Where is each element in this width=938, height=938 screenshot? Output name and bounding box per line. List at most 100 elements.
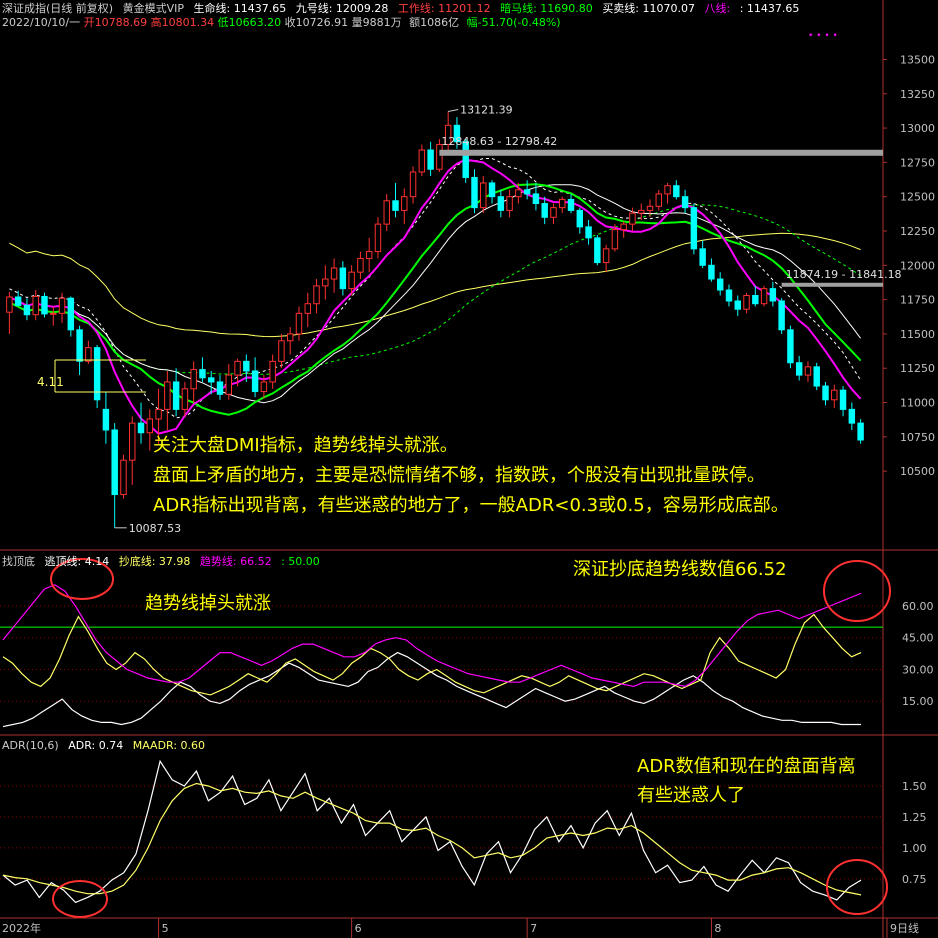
note-trend-turn: 趋势线掉头就涨: [145, 593, 271, 614]
candle-body: [681, 196, 689, 209]
line-dark-horse: 暗马线: 11690.80: [500, 2, 593, 15]
candle-body: [129, 422, 136, 461]
note-adr-2: 有些迷惑人了: [637, 785, 745, 806]
candle-body: [199, 369, 206, 379]
adr-value: ADR: 0.74: [68, 739, 124, 752]
candle-body: [576, 209, 584, 228]
candle-body: [330, 267, 338, 280]
dmi-header: 找顶底 逃顶线: 4.14 抄底线: 37.98 趋势线: 66.52 : 50…: [2, 555, 326, 568]
candle-body: [795, 362, 803, 376]
candle-body: [383, 200, 390, 225]
candle-body: [602, 248, 610, 264]
adr-tick-label: 1.25: [902, 811, 927, 824]
candle-body: [725, 289, 733, 302]
candle-body: [629, 212, 636, 225]
candle-body: [567, 198, 575, 211]
candle-body: [655, 193, 662, 207]
candle-body: [848, 408, 856, 424]
ohlc-low: 低10663.20: [217, 16, 282, 29]
candle-body: [506, 196, 513, 211]
candle-body: [699, 248, 706, 266]
price-tick-label: 13500: [900, 53, 935, 66]
note-contradiction: 盘面上矛盾的地方，主要是恐慌情绪不够，指数跌，个股没有出现批量跌停。: [153, 465, 765, 486]
candle-body: [155, 408, 162, 420]
candle-body: [102, 408, 110, 431]
ohlc-close: 收10726.91: [284, 16, 349, 29]
price-tick-label: 12000: [900, 259, 935, 272]
dmi-trend-line: 趋势线: 66.52: [199, 555, 272, 568]
line-life: 生命线: 11437.65: [193, 2, 287, 15]
candle-body: [778, 300, 785, 331]
candle-body: [76, 329, 83, 362]
candle-body: [286, 333, 294, 342]
price-tick-label: 11000: [900, 397, 935, 410]
date-tick-label: 2022年: [2, 921, 41, 935]
highlight-circle: [52, 880, 108, 918]
high-marker-label: 13121.39: [460, 103, 513, 116]
candle-body: [743, 294, 750, 310]
candle-body: [550, 207, 557, 218]
candle-body: [234, 360, 241, 376]
candle-body: [50, 312, 57, 315]
resistance-zone-lower-label: 11874.19 - 11841.18: [786, 268, 902, 281]
candle-body: [673, 185, 680, 198]
candle-body: [392, 200, 399, 211]
candle-body: [436, 144, 443, 170]
candle-body: [269, 360, 276, 383]
candle-body: [278, 340, 285, 362]
candle-body: [427, 149, 434, 170]
candle-body: [664, 185, 671, 195]
candle-body: [295, 312, 303, 335]
candle-body: [365, 251, 373, 259]
note-adr-divergence: ADR指标出现背离，有些迷惑的地方了，一般ADR<0.3或0.5，容易形成底部。: [153, 495, 789, 516]
date-tick-label: 6: [355, 922, 362, 935]
line-buysell: 买卖线: 11070.07: [602, 2, 696, 15]
candle-body: [23, 304, 31, 316]
magenta-legend-dots: • • • •: [808, 31, 838, 41]
price-tick-label: 13250: [900, 88, 935, 101]
candle-body: [164, 381, 171, 410]
price-tick-label: 12750: [900, 156, 935, 169]
ohlc-high: 高10801.34: [150, 16, 215, 29]
candle-body: [322, 278, 329, 287]
candle-body: [787, 329, 794, 364]
dmi-tick-label: 45.00: [902, 632, 934, 645]
adr-tick-label: 1.00: [902, 842, 927, 855]
candle-body: [769, 288, 777, 302]
candle-body: [339, 267, 347, 290]
candle-body: [594, 237, 601, 264]
price-tick-label: 11250: [900, 362, 935, 375]
candle-body: [611, 229, 619, 250]
candle-body: [523, 189, 531, 195]
candle-body: [690, 207, 698, 250]
candle-body: [14, 296, 22, 306]
candle-body: [471, 176, 478, 209]
candle-body: [822, 385, 829, 401]
box-label: 4.11: [37, 375, 64, 389]
candle-body: [58, 297, 66, 314]
candle-body: [752, 294, 759, 305]
candle-body: [6, 296, 13, 313]
adr-name: ADR(10,6): [2, 739, 59, 752]
period-label: 日线: [897, 921, 919, 935]
candle-body: [857, 422, 864, 441]
resistance-zone-lower: [781, 282, 883, 287]
candle-body: [120, 459, 127, 495]
candle-body: [357, 257, 364, 273]
date-tick-label: 5: [162, 922, 169, 935]
candle-body: [137, 422, 145, 434]
candle-body: [260, 381, 268, 393]
candle-body: [839, 389, 847, 410]
candle-body: [111, 429, 118, 495]
price-tick-label: 10500: [900, 465, 935, 478]
chart-title: 深证成指(日线 前复权): [2, 2, 114, 15]
candle-body: [313, 285, 320, 305]
note-adr-1: ADR数值和现在的盘面背离: [637, 756, 856, 777]
candle-body: [480, 182, 487, 209]
line-eight: 八线:: [704, 2, 734, 15]
candle-body: [85, 347, 92, 362]
candle-body: [146, 418, 154, 434]
candle-body: [418, 149, 426, 173]
candle-body: [374, 223, 382, 253]
candle-body: [190, 369, 197, 390]
